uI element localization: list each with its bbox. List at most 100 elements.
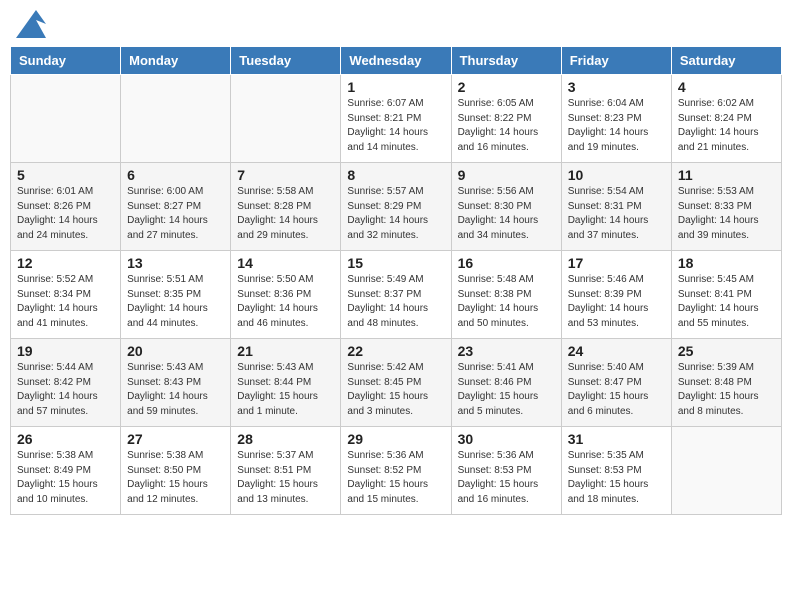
- header-thursday: Thursday: [451, 47, 561, 75]
- day-number: 11: [678, 167, 775, 183]
- day-number: 17: [568, 255, 665, 271]
- day-number: 25: [678, 343, 775, 359]
- day-info: Sunrise: 5:44 AMSunset: 8:42 PMDaylight:…: [17, 361, 114, 419]
- calendar-cell-w5-d7: [671, 427, 781, 515]
- calendar-cell-w3-d3: 14 Sunrise: 5:50 AMSunset: 8:36 PMDayligh…: [231, 251, 341, 339]
- header-saturday: Saturday: [671, 47, 781, 75]
- calendar-cell-w2-d3: 7Sunrise: 5:58 AMSunset: 8:28 PMDaylight…: [231, 163, 341, 251]
- day-number: 16: [458, 255, 555, 271]
- day-number: 12: [17, 255, 114, 271]
- calendar-cell-w3-d2: 13 Sunrise: 5:51 AMSunset: 8:35 PMDayligh…: [121, 251, 231, 339]
- calendar-cell-w2-d4: 8 Sunrise: 5:57 AMSunset: 8:29 PMDaylight…: [341, 163, 451, 251]
- calendar-cell-w2-d1: 5Sunrise: 6:01 AMSunset: 8:26 PMDaylight…: [11, 163, 121, 251]
- header-wednesday: Wednesday: [341, 47, 451, 75]
- calendar-cell-w4-d6: 24 Sunrise: 5:40 AMSunset: 8:47 PMDayligh…: [561, 339, 671, 427]
- day-number: 13: [127, 255, 224, 271]
- day-number: 26: [17, 431, 114, 447]
- day-info: Sunrise: 6:05 AMSunset: 8:22 PMDaylight:…: [458, 97, 555, 155]
- day-number: 20: [127, 343, 224, 359]
- day-number: 29: [347, 431, 444, 447]
- day-number: 14: [237, 255, 334, 271]
- day-number: 27: [127, 431, 224, 447]
- day-number: 24: [568, 343, 665, 359]
- week-row-5: 26 Sunrise: 5:38 AMSunset: 8:49 PMDayligh…: [11, 427, 782, 515]
- day-number: 2: [458, 79, 555, 95]
- logo: [14, 10, 46, 38]
- day-number: 22: [347, 343, 444, 359]
- day-number: 18: [678, 255, 775, 271]
- day-number: 4: [678, 79, 775, 95]
- header-sunday: Sunday: [11, 47, 121, 75]
- logo-top-row: [14, 10, 46, 38]
- calendar-cell-w5-d6: 31Sunrise: 5:35 AMSunset: 8:53 PMDayligh…: [561, 427, 671, 515]
- day-number: 1: [347, 79, 444, 95]
- calendar-cell-w4-d5: 23 Sunrise: 5:41 AMSunset: 8:46 PMDayligh…: [451, 339, 561, 427]
- day-info: Sunrise: 5:36 AMSunset: 8:53 PMDaylight:…: [458, 449, 555, 507]
- calendar-cell-w1-d7: 4 Sunrise: 6:02 AMSunset: 8:24 PMDaylight…: [671, 75, 781, 163]
- day-info: Sunrise: 6:02 AMSunset: 8:24 PMDaylight:…: [678, 97, 775, 155]
- day-info: Sunrise: 6:00 AMSunset: 8:27 PMDaylight:…: [127, 185, 224, 243]
- day-info: Sunrise: 5:39 AMSunset: 8:48 PMDaylight:…: [678, 361, 775, 419]
- week-row-4: 19 Sunrise: 5:44 AMSunset: 8:42 PMDayligh…: [11, 339, 782, 427]
- day-info: Sunrise: 5:38 AMSunset: 8:50 PMDaylight:…: [127, 449, 224, 507]
- page-header: [10, 10, 782, 38]
- day-number: 30: [458, 431, 555, 447]
- calendar-cell-w3-d5: 16 Sunrise: 5:48 AMSunset: 8:38 PMDayligh…: [451, 251, 561, 339]
- day-info: Sunrise: 5:36 AMSunset: 8:52 PMDaylight:…: [347, 449, 444, 507]
- day-number: 15: [347, 255, 444, 271]
- day-info: Sunrise: 5:57 AMSunset: 8:29 PMDaylight:…: [347, 185, 444, 243]
- day-info: Sunrise: 5:41 AMSunset: 8:46 PMDaylight:…: [458, 361, 555, 419]
- day-info: Sunrise: 5:48 AMSunset: 8:38 PMDaylight:…: [458, 273, 555, 331]
- day-info: Sunrise: 5:38 AMSunset: 8:49 PMDaylight:…: [17, 449, 114, 507]
- day-number: 6: [127, 167, 224, 183]
- header-friday: Friday: [561, 47, 671, 75]
- calendar-cell-w3-d6: 17 Sunrise: 5:46 AMSunset: 8:39 PMDayligh…: [561, 251, 671, 339]
- weekday-header-row: SundayMondayTuesdayWednesdayThursdayFrid…: [11, 47, 782, 75]
- day-number: 8: [347, 167, 444, 183]
- calendar-cell-w4-d1: 19 Sunrise: 5:44 AMSunset: 8:42 PMDayligh…: [11, 339, 121, 427]
- calendar-cell-w5-d1: 26 Sunrise: 5:38 AMSunset: 8:49 PMDayligh…: [11, 427, 121, 515]
- calendar-cell-w4-d4: 22Sunrise: 5:42 AMSunset: 8:45 PMDayligh…: [341, 339, 451, 427]
- calendar-cell-w5-d3: 28 Sunrise: 5:37 AMSunset: 8:51 PMDayligh…: [231, 427, 341, 515]
- calendar-table: SundayMondayTuesdayWednesdayThursdayFrid…: [10, 46, 782, 515]
- logo-icon: [16, 10, 46, 38]
- day-number: 10: [568, 167, 665, 183]
- calendar-cell-w5-d2: 27 Sunrise: 5:38 AMSunset: 8:50 PMDayligh…: [121, 427, 231, 515]
- day-info: Sunrise: 5:56 AMSunset: 8:30 PMDaylight:…: [458, 185, 555, 243]
- day-info: Sunrise: 5:58 AMSunset: 8:28 PMDaylight:…: [237, 185, 334, 243]
- calendar-cell-w4-d2: 20Sunrise: 5:43 AMSunset: 8:43 PMDayligh…: [121, 339, 231, 427]
- calendar-cell-w2-d5: 9 Sunrise: 5:56 AMSunset: 8:30 PMDaylight…: [451, 163, 561, 251]
- day-info: Sunrise: 6:04 AMSunset: 8:23 PMDaylight:…: [568, 97, 665, 155]
- calendar-cell-w3-d7: 18Sunrise: 5:45 AMSunset: 8:41 PMDayligh…: [671, 251, 781, 339]
- day-number: 19: [17, 343, 114, 359]
- day-info: Sunrise: 5:51 AMSunset: 8:35 PMDaylight:…: [127, 273, 224, 331]
- day-info: Sunrise: 5:40 AMSunset: 8:47 PMDaylight:…: [568, 361, 665, 419]
- day-info: Sunrise: 6:01 AMSunset: 8:26 PMDaylight:…: [17, 185, 114, 243]
- calendar-cell-w2-d7: 11 Sunrise: 5:53 AMSunset: 8:33 PMDayligh…: [671, 163, 781, 251]
- day-info: Sunrise: 6:07 AMSunset: 8:21 PMDaylight:…: [347, 97, 444, 155]
- day-number: 28: [237, 431, 334, 447]
- calendar-cell-w2-d6: 10 Sunrise: 5:54 AMSunset: 8:31 PMDayligh…: [561, 163, 671, 251]
- day-info: Sunrise: 5:54 AMSunset: 8:31 PMDaylight:…: [568, 185, 665, 243]
- day-info: Sunrise: 5:53 AMSunset: 8:33 PMDaylight:…: [678, 185, 775, 243]
- day-number: 23: [458, 343, 555, 359]
- calendar-cell-w3-d4: 15 Sunrise: 5:49 AMSunset: 8:37 PMDayligh…: [341, 251, 451, 339]
- calendar-cell-w1-d5: 2 Sunrise: 6:05 AMSunset: 8:22 PMDaylight…: [451, 75, 561, 163]
- day-number: 31: [568, 431, 665, 447]
- calendar-cell-w2-d2: 6 Sunrise: 6:00 AMSunset: 8:27 PMDaylight…: [121, 163, 231, 251]
- header-tuesday: Tuesday: [231, 47, 341, 75]
- day-number: 9: [458, 167, 555, 183]
- week-row-3: 12 Sunrise: 5:52 AMSunset: 8:34 PMDayligh…: [11, 251, 782, 339]
- day-info: Sunrise: 5:43 AMSunset: 8:44 PMDaylight:…: [237, 361, 334, 419]
- day-info: Sunrise: 5:50 AMSunset: 8:36 PMDaylight:…: [237, 273, 334, 331]
- calendar-cell-w5-d4: 29 Sunrise: 5:36 AMSunset: 8:52 PMDayligh…: [341, 427, 451, 515]
- calendar-cell-w5-d5: 30 Sunrise: 5:36 AMSunset: 8:53 PMDayligh…: [451, 427, 561, 515]
- calendar-cell-w1-d6: 3Sunrise: 6:04 AMSunset: 8:23 PMDaylight…: [561, 75, 671, 163]
- day-info: Sunrise: 5:46 AMSunset: 8:39 PMDaylight:…: [568, 273, 665, 331]
- day-info: Sunrise: 5:37 AMSunset: 8:51 PMDaylight:…: [237, 449, 334, 507]
- day-info: Sunrise: 5:49 AMSunset: 8:37 PMDaylight:…: [347, 273, 444, 331]
- day-number: 21: [237, 343, 334, 359]
- day-info: Sunrise: 5:52 AMSunset: 8:34 PMDaylight:…: [17, 273, 114, 331]
- header-monday: Monday: [121, 47, 231, 75]
- calendar-cell-w3-d1: 12 Sunrise: 5:52 AMSunset: 8:34 PMDayligh…: [11, 251, 121, 339]
